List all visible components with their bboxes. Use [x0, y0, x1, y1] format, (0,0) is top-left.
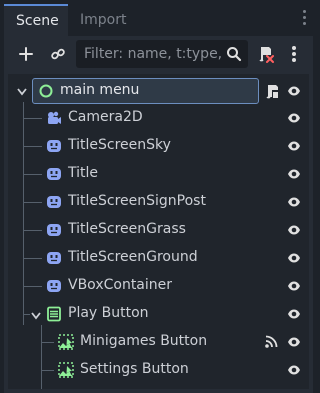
tree-row-root[interactable]: main menu: [8, 76, 309, 104]
node-circle-icon: [38, 83, 54, 99]
sprite-icon: [46, 222, 62, 238]
tree-item-label: Settings Button: [80, 361, 189, 377]
tree-item-label: TitleScreenGrass: [68, 221, 186, 237]
scene-tree: main menu Camera2D TitleScreenSky Title …: [8, 74, 309, 389]
eye-icon[interactable]: [287, 363, 301, 377]
dock-menu-icon[interactable]: [303, 10, 307, 26]
filter-field[interactable]: [76, 40, 248, 68]
tree-item-label: TitleScreenSky: [68, 137, 171, 153]
tree-row[interactable]: Title: [8, 160, 309, 188]
eye-icon[interactable]: [287, 139, 301, 153]
texture-button-icon: [58, 362, 74, 378]
eye-icon[interactable]: [287, 307, 301, 321]
tree-row[interactable]: Play Button: [8, 300, 309, 328]
magnifier-icon: [226, 46, 242, 66]
eye-icon[interactable]: [287, 84, 301, 98]
tree-item-label: TitleScreenSignPost: [68, 193, 206, 209]
tree-item-label: Camera2D: [68, 109, 143, 125]
script-remove-icon[interactable]: [254, 42, 278, 66]
eye-icon[interactable]: [287, 167, 301, 181]
tab-import[interactable]: Import: [68, 4, 138, 36]
tree-item-label: Title: [68, 165, 99, 181]
tree-row[interactable]: TitleScreenGround: [8, 244, 309, 272]
tree-item-label: Play Button: [68, 305, 149, 321]
tree-item-label: TitleScreenGround: [68, 249, 198, 265]
sprite-icon: [46, 194, 62, 210]
eye-icon[interactable]: [287, 279, 301, 293]
tree-row[interactable]: Camera2D: [8, 104, 309, 132]
dock-tab-bar: Scene Import: [0, 0, 313, 36]
texture-button-icon: [58, 334, 74, 350]
tree-row[interactable]: TitleScreenSky: [8, 132, 309, 160]
eye-icon[interactable]: [287, 111, 301, 125]
tree-item-label: Minigames Button: [80, 333, 208, 349]
signal-icon[interactable]: [264, 335, 278, 353]
camera-icon: [46, 110, 62, 126]
tree-row[interactable]: VBoxContainer: [8, 272, 309, 300]
chevron-down-icon[interactable]: [16, 85, 28, 101]
sprite-icon: [46, 166, 62, 182]
eye-icon[interactable]: [287, 335, 301, 349]
tree-item-label: main menu: [60, 82, 140, 98]
tree-row[interactable]: [8, 384, 309, 389]
sprite-icon: [46, 250, 62, 266]
eye-icon[interactable]: [287, 195, 301, 209]
script-icon[interactable]: [264, 84, 280, 104]
plus-icon[interactable]: [14, 42, 38, 66]
kebab-menu-icon[interactable]: [282, 42, 306, 66]
tree-item-label: VBoxContainer: [68, 277, 173, 293]
scene-toolbar: [4, 36, 313, 72]
tree-row[interactable]: Minigames Button: [8, 328, 309, 356]
tree-row[interactable]: TitleScreenSignPost: [8, 188, 309, 216]
vbox-icon: [46, 306, 62, 322]
sprite-icon: [46, 138, 62, 154]
tab-scene[interactable]: Scene: [4, 4, 68, 36]
tree-row[interactable]: Settings Button: [8, 356, 309, 384]
filter-input[interactable]: [76, 40, 226, 68]
tree-row[interactable]: TitleScreenGrass: [8, 216, 309, 244]
eye-icon[interactable]: [287, 251, 301, 265]
link-icon[interactable]: [46, 42, 70, 66]
eye-icon[interactable]: [287, 223, 301, 237]
chevron-down-icon[interactable]: [30, 309, 42, 325]
scene-dock: main menu Camera2D TitleScreenSky: [4, 36, 313, 393]
sprite-icon: [46, 278, 62, 294]
